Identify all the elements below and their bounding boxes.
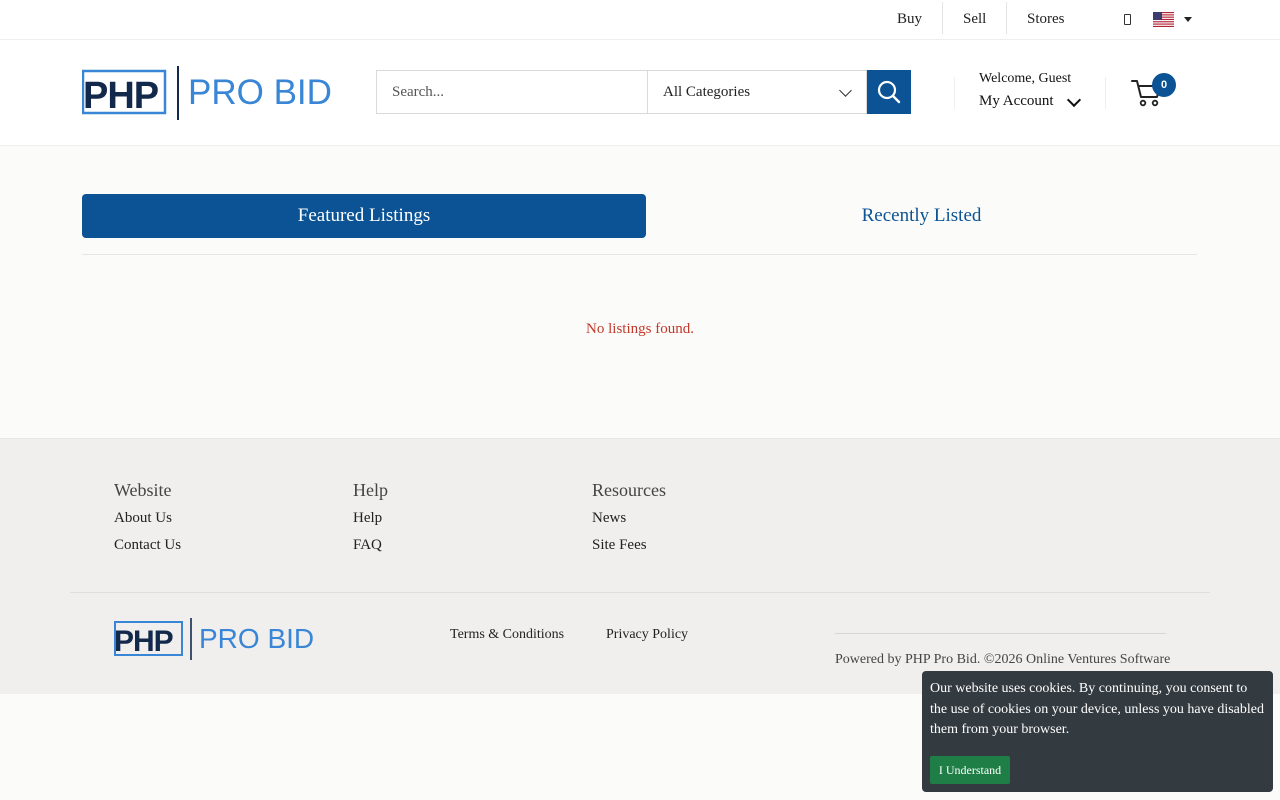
footer-divider: [70, 592, 1210, 593]
cookie-message: Our website uses cookies. By continuing,…: [930, 681, 1264, 737]
top-link-sell[interactable]: Sell: [963, 11, 986, 28]
footer-logo[interactable]: PHP PRO BID: [114, 617, 320, 661]
empty-listings-message: No listings found.: [586, 321, 694, 337]
header-divider: [954, 77, 955, 109]
footer-link-news[interactable]: News: [592, 510, 626, 527]
site-logo[interactable]: PHP PRO BID: [82, 64, 338, 122]
search-icon: [877, 80, 901, 104]
footer-link-about-us[interactable]: About Us: [114, 510, 172, 527]
tab-featured-listings[interactable]: Featured Listings: [82, 194, 646, 238]
svg-text:PRO BID: PRO BID: [188, 73, 332, 112]
powered-divider: [835, 633, 1166, 634]
footer-column-title: Help: [353, 480, 388, 500]
welcome-text: Welcome, Guest: [979, 71, 1072, 86]
tab-recently-listed[interactable]: Recently Listed: [646, 194, 1197, 238]
my-account-link[interactable]: My Account: [979, 93, 1054, 110]
copyright-text: Powered by PHP Pro Bid. ©2026 Online Ven…: [835, 652, 1171, 667]
footer-link-terms[interactable]: Terms & Conditions: [450, 627, 564, 643]
top-divider: [942, 2, 943, 34]
cart-count-badge[interactable]: 0: [1152, 73, 1176, 97]
top-link-stores[interactable]: Stores: [1027, 11, 1065, 28]
tab-underline: [82, 254, 1197, 255]
footer-link-site-fees[interactable]: Site Fees: [592, 537, 647, 554]
top-divider: [1006, 2, 1007, 34]
phone-icon[interactable]: [1124, 14, 1131, 25]
header-divider: [1105, 77, 1106, 109]
cookie-banner: Our website uses cookies. By continuing,…: [922, 671, 1273, 792]
top-bar: Buy Sell Stores: [0, 0, 1280, 40]
footer-column-title: Resources: [592, 480, 666, 500]
search-input[interactable]: [376, 70, 647, 114]
svg-text:PHP: PHP: [114, 625, 173, 658]
category-select[interactable]: All Categories: [647, 70, 867, 114]
category-select-value: All Categories: [663, 84, 751, 100]
chevron-down-icon[interactable]: [1066, 92, 1082, 108]
top-link-buy[interactable]: Buy: [897, 11, 922, 28]
footer-column-title: Website: [114, 480, 172, 500]
footer-link-faq[interactable]: FAQ: [353, 537, 382, 554]
us-flag-icon[interactable]: [1153, 12, 1174, 27]
caret-down-icon[interactable]: [1184, 17, 1192, 22]
footer-link-help[interactable]: Help: [353, 510, 382, 527]
search-button[interactable]: [867, 70, 911, 114]
footer-link-privacy[interactable]: Privacy Policy: [606, 627, 688, 643]
chevron-down-icon: [839, 84, 852, 97]
svg-text:PRO BID: PRO BID: [199, 623, 314, 654]
cookie-accept-button[interactable]: I Understand: [930, 756, 1010, 784]
svg-text:PHP: PHP: [83, 75, 159, 117]
footer-link-contact-us[interactable]: Contact Us: [114, 537, 181, 554]
site-header: PHP PRO BID All Categories Welcome, Gues…: [0, 40, 1280, 146]
site-footer: Website About Us Contact Us Help Help FA…: [0, 438, 1280, 694]
top-nav: Buy Sell Stores: [0, 0, 1280, 40]
